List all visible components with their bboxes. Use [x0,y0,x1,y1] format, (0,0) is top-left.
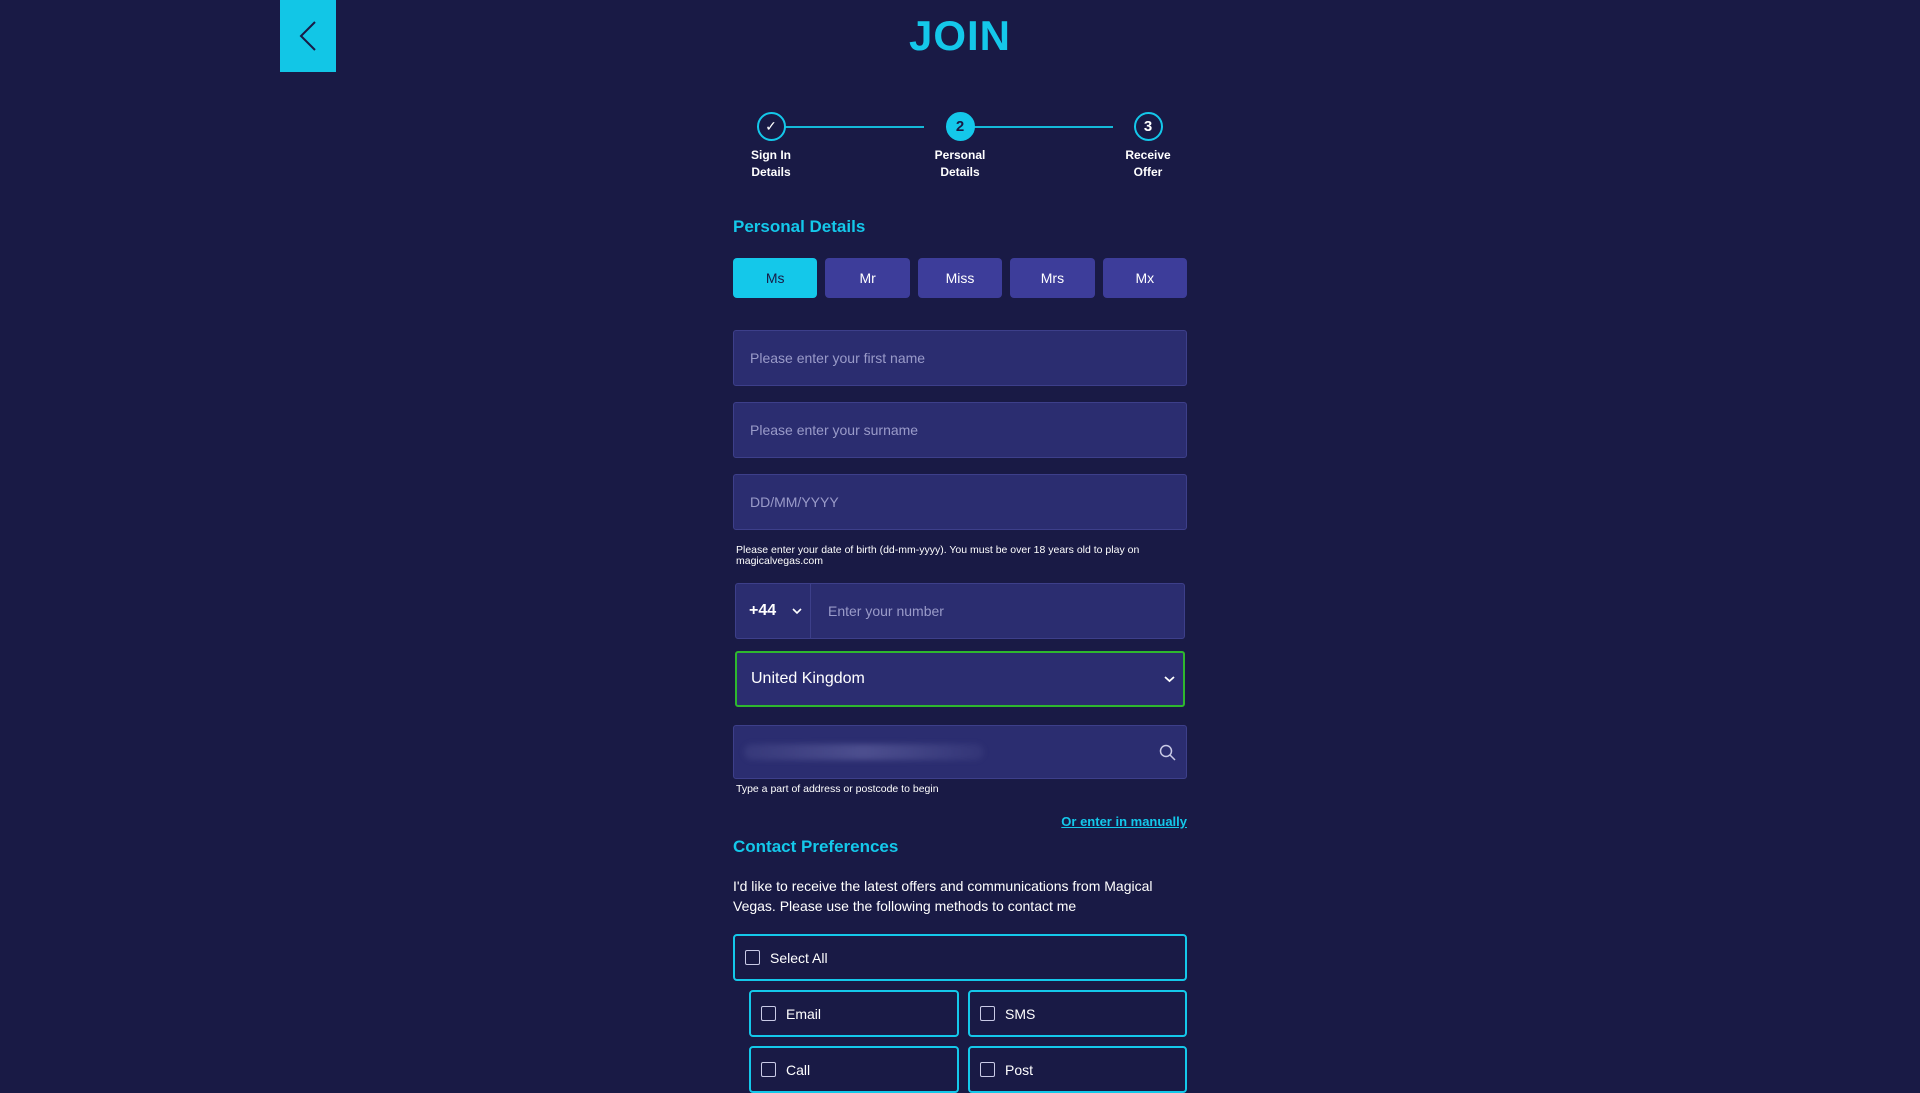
step-label: Offer [1133,165,1163,179]
phone-code-value: +44 [749,602,777,619]
post-checkbox[interactable]: Post [968,1046,1187,1093]
country-value: United Kingdom [751,670,865,687]
title-button-ms[interactable]: Ms [733,258,818,298]
checkbox-label: SMS [1005,1005,1036,1022]
step-label: Personal [934,148,986,162]
checkbox-square [761,1062,776,1077]
checkbox-label: Post [1005,1061,1034,1078]
redacted-address-text [744,744,984,760]
search-icon[interactable] [1158,743,1178,763]
step-personal-details: 2 Personal Details [900,112,1020,181]
chevron-down-icon [792,608,802,615]
personal-details-heading: Personal Details [733,217,866,236]
first-name-field[interactable]: Please enter your first name [733,330,1187,386]
surname-field[interactable]: Please enter your surname [733,402,1187,458]
checkbox-label: Email [786,1005,822,1022]
enter-manually-link[interactable]: Or enter in manually [1048,814,1187,829]
step-label: Receive [1125,148,1171,162]
address-hint: Type a part of address or postcode to be… [736,783,939,795]
sms-checkbox[interactable]: SMS [968,990,1187,1037]
phone-code-select[interactable]: +44 [736,584,811,638]
step-label: Sign In [751,148,791,162]
select-all-checkbox[interactable]: Select All [733,934,1187,981]
title-button-mrs[interactable]: Mrs [1010,258,1095,298]
step-sign-in-details: ✓ Sign In Details [711,112,831,181]
checkbox-square [980,1062,995,1077]
checkbox-square [980,1006,995,1021]
phone-field-group: +44 Enter your number [735,583,1185,639]
step-number: 2 [945,112,975,141]
dob-hint: Please enter your date of birth (dd-mm-y… [736,544,1140,567]
checkbox-label: Call [786,1061,811,1078]
title-button-mx[interactable]: Mx [1102,258,1188,298]
chevron-down-icon [1164,676,1175,683]
address-search-field[interactable] [733,725,1187,779]
title-selector: Ms Mr Miss Mrs Mx [733,258,1188,298]
step-label: Details [940,165,980,179]
checkbox-square [745,950,760,965]
title-button-mr[interactable]: Mr [825,258,910,298]
contact-preferences-heading: Contact Preferences [733,837,899,856]
country-select[interactable]: United Kingdom [735,651,1185,707]
checkbox-square [761,1006,776,1021]
step-number: 3 [1133,112,1163,141]
date-of-birth-field[interactable]: DD/MM/YYYY [733,474,1187,530]
phone-number-input[interactable]: Enter your number [811,584,1184,638]
title-button-miss[interactable]: Miss [917,258,1003,298]
page-title: JOIN [908,12,1012,59]
step-complete-check-icon: ✓ [756,112,786,141]
email-checkbox[interactable]: Email [749,990,959,1037]
progress-stepper: ✓ Sign In Details 2 Personal Details 3 R… [733,112,1188,192]
contact-preferences-text: I'd like to receive the latest offers an… [733,878,1153,914]
step-receive-offer: 3 Receive Offer [1088,112,1208,181]
call-checkbox[interactable]: Call [749,1046,959,1093]
step-label: Details [751,165,791,179]
checkbox-label: Select All [770,949,828,966]
